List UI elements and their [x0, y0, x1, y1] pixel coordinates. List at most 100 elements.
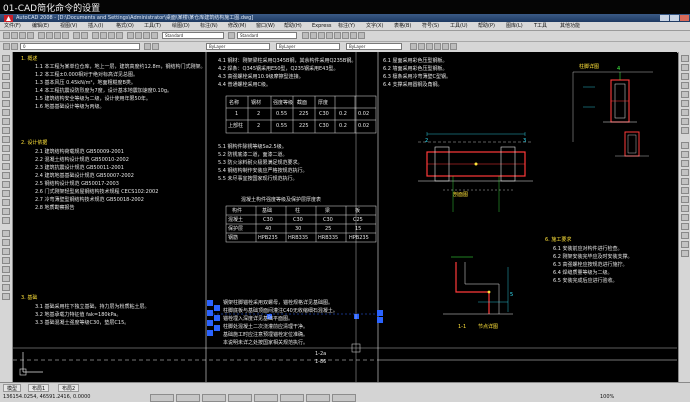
match-properties-icon[interactable]: [62, 32, 69, 39]
properties-icon[interactable]: [127, 32, 134, 39]
selected-note-line[interactable]: 1-2a: [315, 351, 326, 357]
tab-model[interactable]: 模型: [3, 384, 22, 392]
dim-angular-icon[interactable]: [681, 196, 689, 203]
polar-icon[interactable]: [326, 32, 333, 39]
selected-note-line[interactable]: 基础施工时应注意预埋锚栓定位准确。: [223, 332, 308, 338]
center-mark-icon[interactable]: [681, 250, 689, 257]
make-block-icon[interactable]: [2, 163, 10, 170]
menu-biaoge[interactable]: 表格(B): [394, 22, 411, 30]
print-icon[interactable]: [27, 32, 34, 39]
menu-tools[interactable]: 工具(T): [144, 22, 161, 30]
menu-wenzi[interactable]: 文字(X): [366, 22, 383, 30]
tab-layout1[interactable]: 布局1: [28, 384, 50, 392]
menu-biaozhu[interactable]: 标注(Y): [338, 22, 355, 30]
copy-object-icon[interactable]: [2, 239, 10, 246]
tool-palettes-icon[interactable]: [143, 32, 150, 39]
selected-note-line[interactable]: 柱脚处混凝土二次浇灌前应清理干净。: [223, 324, 308, 330]
make-current-icon[interactable]: [144, 43, 151, 50]
copy-icon[interactable]: [46, 32, 53, 39]
dim-radius-icon[interactable]: [681, 178, 689, 185]
dim-ordinate-icon[interactable]: [681, 169, 689, 176]
arc-icon[interactable]: [2, 100, 10, 107]
selected-note-line[interactable]: 本说明未详之处按国家相关规范执行。: [223, 340, 308, 346]
close-button[interactable]: [680, 15, 689, 21]
explode-icon[interactable]: [681, 127, 689, 134]
circle-icon[interactable]: [2, 109, 10, 116]
dim-style-icon[interactable]: [228, 32, 235, 39]
plot-style-icon[interactable]: [410, 43, 417, 50]
drawing-canvas[interactable]: 1. 概述 1.1 本工程为某单位仓库，地上一层，建筑高度约12.8m，钢结构门…: [13, 52, 677, 382]
snap-icon[interactable]: [302, 32, 309, 39]
zoom-window-icon[interactable]: [108, 32, 115, 39]
otrack-toggle[interactable]: [280, 394, 304, 402]
lineweight-icon[interactable]: [350, 32, 357, 39]
mirror-icon[interactable]: [2, 248, 10, 255]
menu-format[interactable]: 格式(O): [116, 22, 134, 30]
menu-insert[interactable]: 插入(I): [88, 22, 103, 30]
menu-edit[interactable]: 编辑(E): [32, 22, 49, 30]
undo-icon[interactable]: [73, 32, 80, 39]
menu-fuhao[interactable]: 符号(S): [422, 22, 439, 30]
move-icon[interactable]: [2, 275, 10, 282]
polar-toggle[interactable]: [228, 394, 252, 402]
trim-icon[interactable]: [681, 64, 689, 71]
menu-gongju[interactable]: 工具(U): [450, 22, 468, 30]
layer-bulb-icon[interactable]: [11, 43, 18, 50]
array-icon[interactable]: [2, 266, 10, 273]
text-style-combo[interactable]: Standard: [162, 32, 224, 39]
zoom-icon[interactable]: [100, 32, 107, 39]
erase-icon[interactable]: [2, 230, 10, 237]
menu-window[interactable]: 窗口(W): [256, 22, 275, 30]
misc-tool-2-icon[interactable]: [426, 43, 433, 50]
menu-dimension[interactable]: 标注(N): [200, 22, 218, 30]
redo-icon[interactable]: [81, 32, 88, 39]
ortho-toggle[interactable]: [202, 394, 226, 402]
pan-icon[interactable]: [92, 32, 99, 39]
cut-icon[interactable]: [38, 32, 45, 39]
spline-icon[interactable]: [2, 127, 10, 134]
lineweight-combo[interactable]: ByLayer: [346, 43, 402, 50]
misc-tool-3-icon[interactable]: [434, 43, 441, 50]
dim-style-combo[interactable]: Standard: [237, 32, 297, 39]
paste-icon[interactable]: [54, 32, 61, 39]
misc-tool-1-icon[interactable]: [418, 43, 425, 50]
rectangle-icon[interactable]: [2, 91, 10, 98]
table-icon[interactable]: [2, 208, 10, 215]
maximize-button[interactable]: [670, 15, 679, 21]
layer-previous-icon[interactable]: [152, 43, 159, 50]
ortho-icon[interactable]: [318, 32, 325, 39]
help-icon[interactable]: [151, 32, 158, 39]
osnap-toggle[interactable]: [254, 394, 278, 402]
design-center-icon[interactable]: [135, 32, 142, 39]
polygon-icon[interactable]: [2, 82, 10, 89]
grid-toggle[interactable]: [176, 394, 200, 402]
construction-line-icon[interactable]: [2, 64, 10, 71]
extend-icon[interactable]: [681, 73, 689, 80]
save-icon[interactable]: [19, 32, 26, 39]
gradient-icon[interactable]: [2, 190, 10, 197]
misc-tool-5-icon[interactable]: [450, 43, 457, 50]
dim-aligned-icon[interactable]: [681, 151, 689, 158]
tab-layout2[interactable]: 布局2: [58, 384, 80, 392]
selected-note-line[interactable]: 钢架柱脚锚栓采用双螺母，锚栓规格详见基础图。: [223, 300, 333, 306]
layer-combo[interactable]: 0: [20, 43, 140, 50]
fillet-icon[interactable]: [681, 118, 689, 125]
revision-cloud-icon[interactable]: [2, 118, 10, 125]
rotate-icon[interactable]: [2, 284, 10, 291]
snap-toggle[interactable]: [150, 394, 174, 402]
leader-icon[interactable]: [681, 232, 689, 239]
zoom-previous-icon[interactable]: [116, 32, 123, 39]
menu-tuku[interactable]: 图库(L): [506, 22, 523, 30]
line-icon[interactable]: [2, 55, 10, 62]
quick-dim-icon[interactable]: [681, 205, 689, 212]
selected-note-line[interactable]: 1-86: [315, 359, 326, 365]
menu-other[interactable]: 其他功能: [560, 22, 580, 30]
misc-tool-4-icon[interactable]: [442, 43, 449, 50]
dim-continue-icon[interactable]: [681, 223, 689, 230]
region-icon[interactable]: [2, 199, 10, 206]
hatch-icon[interactable]: [2, 181, 10, 188]
minimize-button[interactable]: [660, 15, 669, 21]
join-icon[interactable]: [681, 100, 689, 107]
color-combo[interactable]: ByLayer: [206, 43, 270, 50]
point-icon[interactable]: [2, 172, 10, 179]
